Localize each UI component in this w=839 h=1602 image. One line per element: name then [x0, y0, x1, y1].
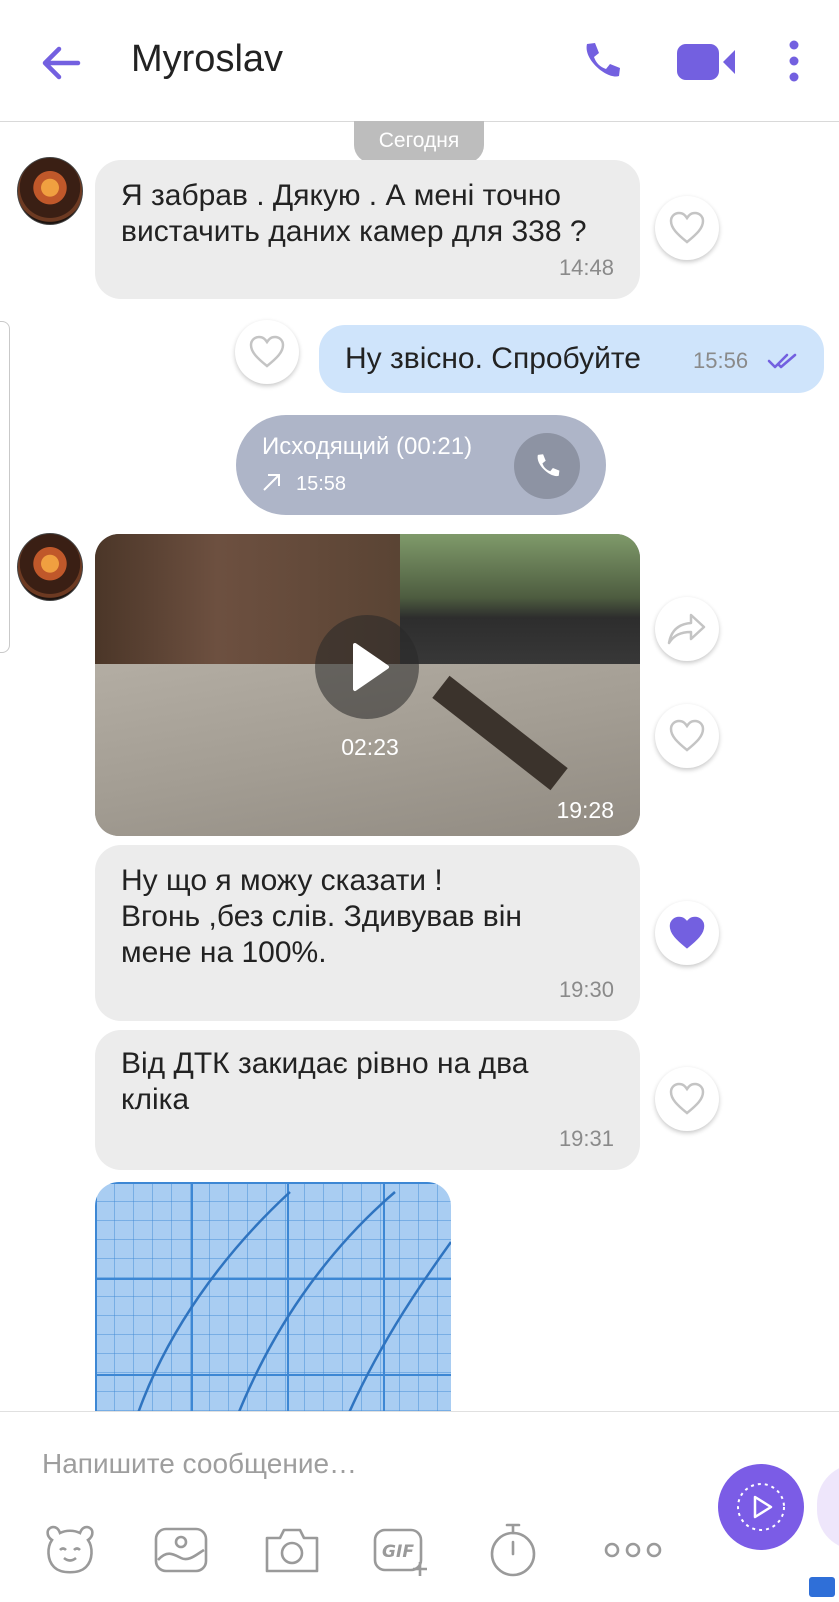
chat-header: Myroslav [0, 0, 839, 122]
outgoing-arrow-icon [263, 474, 280, 491]
date-separator: Сегодня [354, 121, 484, 163]
gallery-icon[interactable] [151, 1520, 211, 1580]
side-drawer-handle[interactable] [0, 321, 10, 653]
call-back-button[interactable] [514, 433, 580, 499]
contact-name[interactable]: Myroslav [131, 38, 283, 81]
call-title: Исходящий (00:21) [262, 433, 473, 460]
call-record[interactable]: Исходящий (00:21) 15:58 [236, 415, 606, 515]
message-bubble-incoming[interactable]: Від ДТК закидає рівно на два кліка 19:31 [95, 1030, 640, 1170]
like-button[interactable] [655, 196, 719, 260]
arrow-left-icon[interactable] [38, 40, 84, 86]
send-icon [737, 1483, 785, 1531]
play-button[interactable] [315, 615, 419, 719]
upload-badge-icon [809, 1577, 835, 1597]
play-icon [353, 643, 389, 691]
message-text: Я забрав . Дякую . А мені точно вистачит… [121, 179, 587, 248]
avatar[interactable] [17, 533, 83, 601]
message-bubble-incoming[interactable]: Я забрав . Дякую . А мені точно вистачит… [95, 160, 640, 299]
image-content [137, 1191, 451, 1411]
message-input[interactable]: Напишите сообщение… [42, 1448, 357, 1480]
phone-icon[interactable] [578, 38, 624, 84]
message-text: Від ДТК закидає рівно на два кліка [121, 1047, 529, 1116]
forward-button[interactable] [655, 597, 719, 661]
svg-text:GIF: GIF [382, 1542, 414, 1562]
message-bubble-incoming[interactable]: Ну що я можу сказати ! Вгонь ,без слів. … [95, 845, 640, 1021]
message-time: 14:48 [558, 255, 614, 280]
message-composer: Напишите сообщение… GIF [0, 1411, 839, 1602]
like-button[interactable] [655, 704, 719, 768]
send-button[interactable] [718, 1464, 804, 1550]
call-time: 15:58 [296, 473, 347, 495]
heart-outline-icon [669, 719, 705, 752]
message-text: Ну що я можу сказати ! Вгонь ,без слів. … [121, 864, 522, 969]
phone-icon [537, 454, 560, 477]
avatar[interactable] [17, 157, 83, 225]
like-button[interactable] [235, 320, 299, 384]
like-button[interactable] [655, 1067, 719, 1131]
message-text: Ну звісно. Спробуйте [345, 342, 641, 375]
timer-icon[interactable] [483, 1520, 543, 1580]
heart-filled-icon [669, 916, 705, 949]
like-button-active[interactable] [655, 901, 719, 965]
sticker-icon[interactable] [40, 1520, 100, 1580]
message-time: 19:31 [558, 1126, 614, 1151]
edge-button[interactable] [817, 1464, 839, 1550]
message-time: 15:56 [693, 348, 749, 373]
video-camera-icon[interactable] [677, 40, 737, 84]
video-message[interactable]: 02:23 19:28 [95, 534, 640, 836]
heart-outline-icon [669, 211, 705, 244]
message-time: 19:30 [558, 977, 614, 1002]
camera-icon[interactable] [262, 1520, 322, 1580]
heart-outline-icon [669, 1082, 705, 1115]
message-list[interactable]: Сегодня Я забрав . Дякую . А мені точно … [0, 121, 839, 1411]
share-arrow-icon [667, 613, 706, 645]
message-time: 19:28 [556, 797, 614, 823]
video-frame-background [400, 534, 640, 674]
more-vertical-icon[interactable] [780, 38, 808, 84]
video-duration: 02:23 [341, 734, 399, 760]
message-bubble-outgoing[interactable]: Ну звісно. Спробуйте 15:56 [319, 325, 824, 393]
heart-outline-icon [249, 335, 285, 368]
image-message[interactable] [95, 1182, 451, 1411]
more-horizontal-icon[interactable] [603, 1520, 663, 1580]
gif-icon[interactable]: GIF [372, 1520, 432, 1580]
double-check-icon [767, 353, 797, 369]
